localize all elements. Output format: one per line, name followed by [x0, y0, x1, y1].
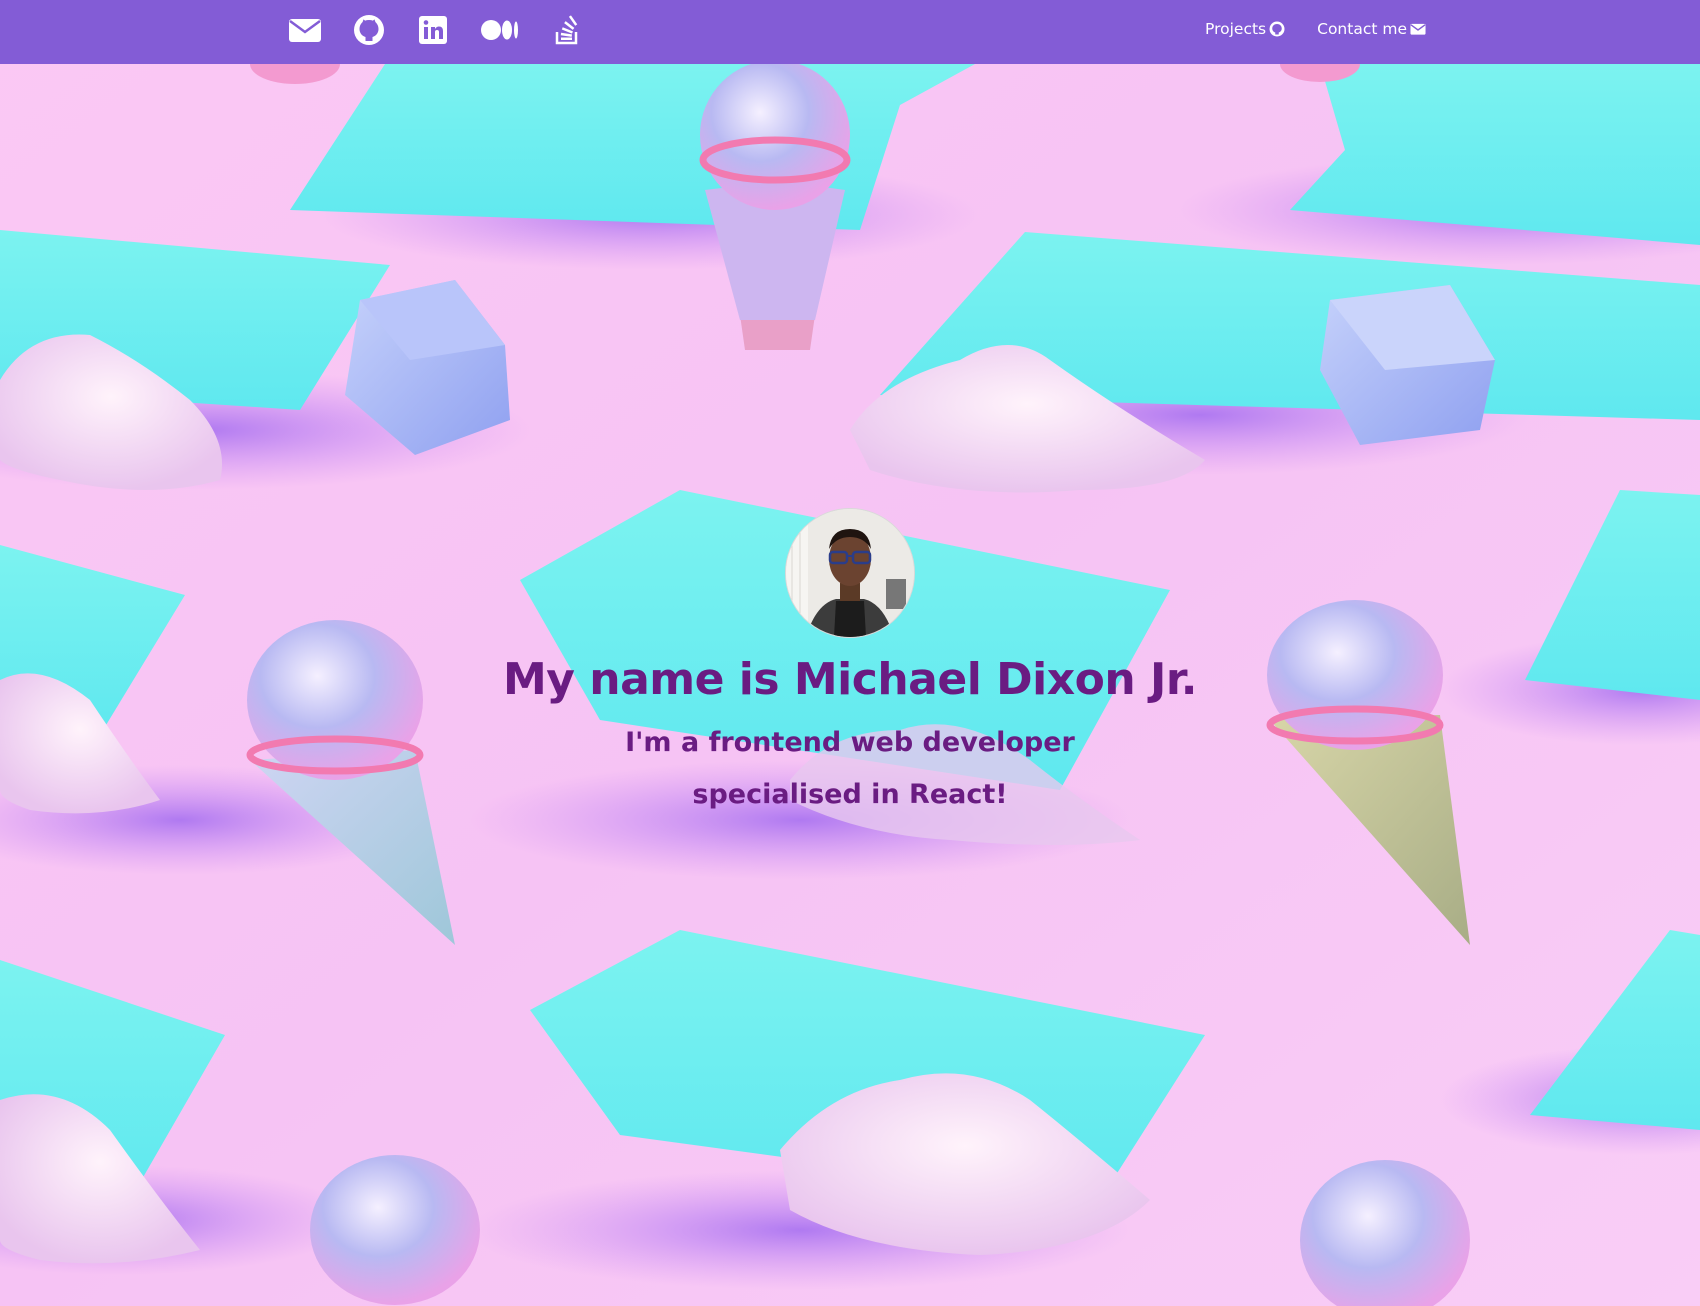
page: Projects Contact me My name is Michael D… [0, 0, 1700, 1306]
envelope-icon [1410, 23, 1426, 35]
github-icon[interactable] [352, 14, 386, 46]
hero-subtitle-line-1: I'm a frontend web developer [625, 726, 1075, 758]
medium-icon[interactable] [480, 14, 520, 46]
contact-link-label: Contact me [1317, 20, 1407, 38]
contact-link[interactable]: Contact me [1317, 20, 1426, 38]
profile-photo [786, 509, 914, 637]
linkedin-icon[interactable] [416, 14, 450, 46]
projects-link-label: Projects [1205, 20, 1267, 38]
stackoverflow-icon[interactable] [550, 14, 584, 46]
top-navbar: Projects Contact me [0, 0, 1700, 64]
hero-title: My name is Michael Dixon Jr. [503, 654, 1197, 705]
social-icons [288, 14, 584, 46]
projects-link[interactable]: Projects [1205, 20, 1285, 38]
github-icon [1269, 21, 1285, 37]
nav-links: Projects Contact me [1205, 20, 1426, 38]
hero-subtitle: I'm a frontend web developer specialised… [0, 717, 1700, 821]
avatar [785, 508, 915, 638]
hero-section: My name is Michael Dixon Jr. I'm a front… [0, 508, 1700, 821]
envelope-icon[interactable] [288, 14, 322, 46]
hero-subtitle-line-2: specialised in React! [692, 778, 1008, 810]
